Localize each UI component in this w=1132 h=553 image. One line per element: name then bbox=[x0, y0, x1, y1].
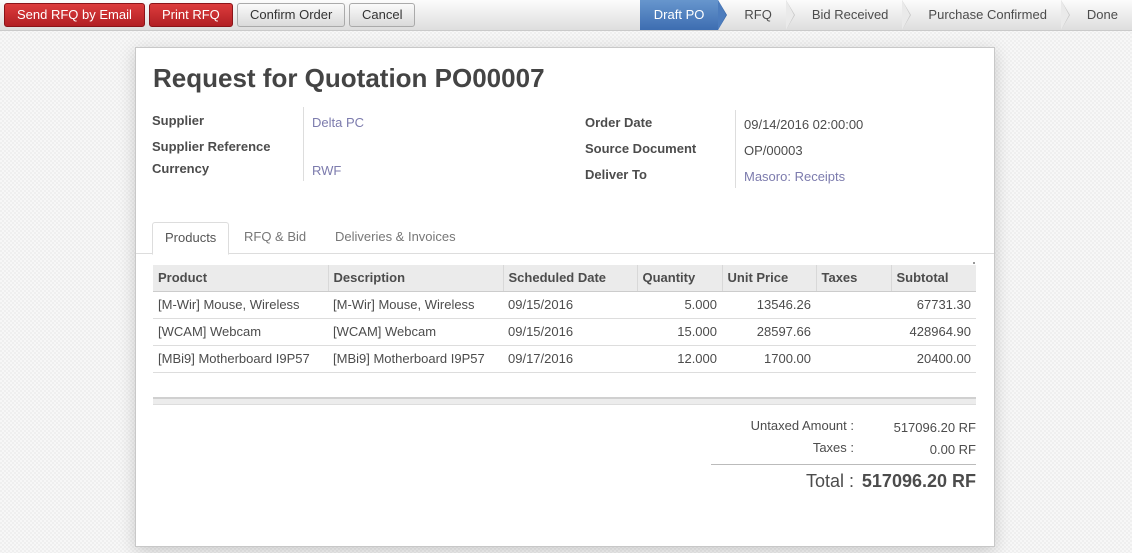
cell-unit-price: 13546.26 bbox=[722, 291, 816, 319]
table-header-row: Product Description Scheduled Date Quant… bbox=[153, 265, 976, 292]
cell-description: [WCAM] Webcam bbox=[328, 318, 503, 346]
taxes-label: Taxes : bbox=[812, 440, 854, 455]
cell-unit-price: 28597.66 bbox=[722, 318, 816, 346]
column-header-scheduled-date[interactable]: Scheduled Date bbox=[502, 265, 637, 292]
column-header-taxes[interactable]: Taxes bbox=[815, 265, 891, 292]
cell-scheduled-date: 09/15/2016 bbox=[503, 291, 637, 319]
cell-product: [MBi9] Motherboard I9P57 bbox=[153, 345, 328, 373]
column-header-product[interactable]: Product bbox=[153, 265, 328, 292]
stage-done[interactable]: Done bbox=[1061, 0, 1132, 30]
table-row[interactable]: [MBi9] Motherboard I9P57 [MBi9] Motherbo… bbox=[153, 345, 976, 373]
deliver-to-label: Deliver To bbox=[585, 167, 647, 182]
field-separator bbox=[735, 110, 736, 188]
print-rfq-button[interactable]: Print RFQ bbox=[149, 3, 233, 27]
deliver-to-link[interactable]: Masoro: Receipts bbox=[744, 169, 845, 184]
page-title: Request for Quotation PO00007 bbox=[153, 63, 545, 93]
source-document-label: Source Document bbox=[585, 141, 697, 156]
cell-quantity: 15.000 bbox=[637, 318, 722, 346]
cancel-button[interactable]: Cancel bbox=[349, 3, 416, 27]
supplier-reference-label: Supplier Reference bbox=[152, 139, 271, 154]
resize-handle bbox=[973, 262, 975, 264]
cell-product: [M-Wir] Mouse, Wireless bbox=[153, 291, 328, 319]
cell-subtotal: 67731.30 bbox=[891, 291, 976, 319]
stage-rfq[interactable]: RFQ bbox=[718, 0, 796, 30]
cell-description: [MBi9] Motherboard I9P57 bbox=[328, 345, 503, 373]
order-date-value: 09/14/2016 02:00:00 bbox=[744, 117, 864, 132]
column-header-subtotal[interactable]: Subtotal bbox=[890, 265, 976, 292]
total-value: 517096.20 RF bbox=[861, 471, 976, 491]
order-lines-table: Product Description Scheduled Date Quant… bbox=[153, 265, 976, 373]
column-header-description[interactable]: Description bbox=[327, 265, 503, 292]
untaxed-amount-label: Untaxed Amount : bbox=[750, 418, 854, 433]
cell-unit-price: 1700.00 bbox=[722, 345, 816, 373]
cell-taxes bbox=[816, 291, 891, 319]
stage-bid-received[interactable]: Bid Received bbox=[786, 0, 912, 30]
untaxed-amount-value: 517096.20 RF bbox=[893, 420, 976, 435]
cell-product: [WCAM] Webcam bbox=[153, 318, 328, 346]
cell-subtotal: 428964.90 bbox=[891, 318, 976, 346]
cell-quantity: 5.000 bbox=[637, 291, 722, 319]
column-header-quantity[interactable]: Quantity bbox=[636, 265, 722, 292]
cell-taxes bbox=[816, 345, 891, 373]
cell-description: [M-Wir] Mouse, Wireless bbox=[328, 291, 503, 319]
send-rfq-by-email-button[interactable]: Send RFQ by Email bbox=[4, 3, 145, 27]
total-label: Total : bbox=[805, 471, 854, 491]
form-sheet: Request for Quotation PO00007 Supplier S… bbox=[135, 47, 995, 547]
table-row[interactable]: [WCAM] Webcam [WCAM] Webcam 09/15/2016 1… bbox=[153, 318, 976, 346]
cell-subtotal: 20400.00 bbox=[891, 345, 976, 373]
supplier-link[interactable]: Delta PC bbox=[312, 115, 364, 130]
notebook-tabs: Products RFQ & Bid Deliveries & Invoices bbox=[136, 222, 994, 255]
table-row[interactable]: [M-Wir] Mouse, Wireless [M-Wir] Mouse, W… bbox=[153, 291, 976, 319]
tab-products[interactable]: Products bbox=[152, 222, 230, 255]
source-document-value: OP/00003 bbox=[744, 143, 803, 158]
statusbar: Send RFQ by Email Print RFQ Confirm Orde… bbox=[0, 0, 1132, 31]
stage-draft-po[interactable]: Draft PO bbox=[639, 0, 727, 30]
field-separator bbox=[303, 107, 304, 181]
stage-progress-bar: Draft PO RFQ Bid Received Purchase Confi… bbox=[639, 0, 1132, 30]
tab-rfq-and-bid[interactable]: RFQ & Bid bbox=[232, 222, 318, 254]
currency-link[interactable]: RWF bbox=[312, 163, 341, 178]
confirm-order-button[interactable]: Confirm Order bbox=[237, 3, 346, 27]
cell-scheduled-date: 09/17/2016 bbox=[503, 345, 637, 373]
table-footer-bar bbox=[153, 397, 976, 405]
totals-separator bbox=[711, 464, 976, 465]
currency-label: Currency bbox=[152, 161, 210, 176]
stage-purchase-confirmed[interactable]: Purchase Confirmed bbox=[902, 0, 1070, 30]
order-date-label: Order Date bbox=[585, 115, 653, 130]
cell-quantity: 12.000 bbox=[637, 345, 722, 373]
cell-scheduled-date: 09/15/2016 bbox=[503, 318, 637, 346]
column-header-unit-price[interactable]: Unit Price bbox=[721, 265, 816, 292]
tab-deliveries-and-invoices[interactable]: Deliveries & Invoices bbox=[323, 222, 468, 254]
supplier-label: Supplier bbox=[152, 113, 205, 128]
cell-taxes bbox=[816, 318, 891, 346]
taxes-value: 0.00 RF bbox=[929, 442, 976, 457]
